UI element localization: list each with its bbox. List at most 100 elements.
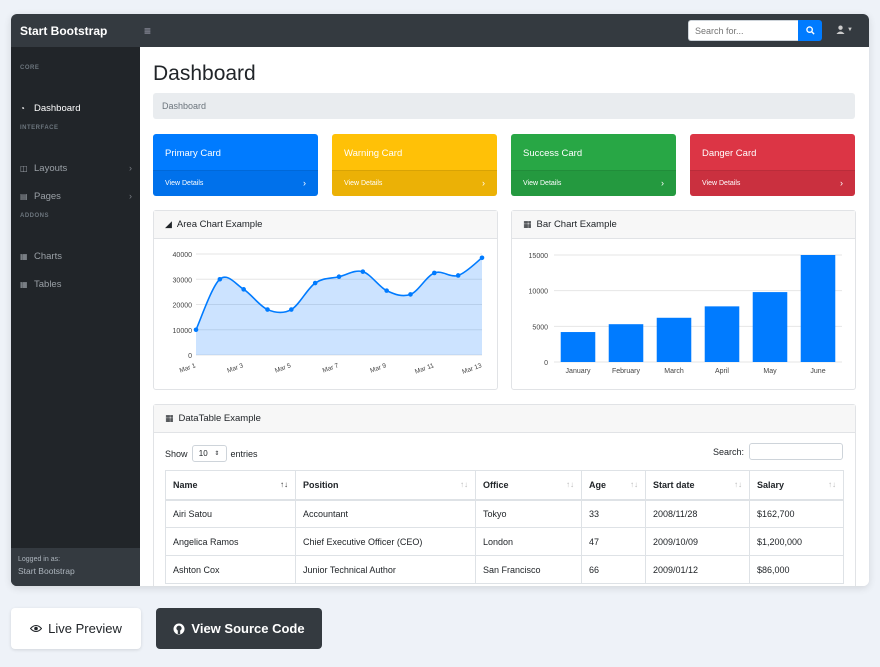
view-details-link[interactable]: View Details <box>702 180 740 187</box>
bar <box>800 255 836 362</box>
y-tick-label: 20000 <box>173 303 193 310</box>
warning-card: Warning Card View Details › <box>332 134 497 196</box>
entries-select[interactable]: 10 ⇕ <box>191 445 227 462</box>
data-point <box>360 269 366 274</box>
x-tick-label: June <box>810 368 825 375</box>
sidebar-item-dashboard[interactable]: ◔ Dashboard <box>20 101 132 115</box>
column-label: Salary <box>757 479 785 490</box>
sidebar-item-charts[interactable]: ▦ Charts <box>20 249 132 263</box>
column-label: Office <box>483 479 509 490</box>
y-tick-label: 10000 <box>529 289 549 296</box>
chart-area-icon: ▦ <box>20 251 28 261</box>
view-details-link[interactable]: View Details <box>165 180 203 187</box>
entries-label: entries <box>230 448 258 459</box>
x-tick-label: January <box>566 368 591 375</box>
main-content: Dashboard Dashboard Primary Card View De… <box>140 47 869 586</box>
x-tick-label: February <box>612 368 641 375</box>
table-search-input[interactable] <box>749 443 843 460</box>
tachometer-icon: ◔ <box>20 103 25 113</box>
table-cell: Accountant <box>295 499 476 528</box>
sort-icon: ↑↓ <box>566 480 574 489</box>
column-header-salary[interactable]: Salary ↑↓ <box>749 470 844 501</box>
entries-value: 10 <box>198 449 208 458</box>
card-footer[interactable]: View Details › <box>153 170 318 196</box>
y-tick-label: 0 <box>544 360 548 367</box>
chart-bar-icon: ▦ <box>523 219 532 229</box>
bar <box>608 324 644 362</box>
x-tick-label: March <box>664 368 684 375</box>
table-cell: 2009/10/09 <box>645 527 750 556</box>
table-row: Airi Satou Accountant Tokyo 33 2008/11/2… <box>165 499 844 528</box>
card-footer[interactable]: View Details › <box>332 170 497 196</box>
x-tick-label: May <box>763 368 777 375</box>
github-icon <box>173 623 185 634</box>
card-title: Warning Card <box>344 148 403 159</box>
data-point <box>336 274 342 280</box>
chart-area-icon: ◢ <box>165 219 172 229</box>
y-tick-label: 15000 <box>529 253 549 260</box>
data-point <box>217 276 223 282</box>
logged-in-label: Logged in as: <box>18 556 61 563</box>
columns-icon: ◫ <box>20 163 28 173</box>
select-arrows-icon: ⇕ <box>214 451 220 457</box>
top-navbar: Start Bootstrap ≡ ▼ <box>11 14 869 47</box>
panel-header: ▦ Bar Chart Example <box>512 211 855 239</box>
sidebar: Core ◔ Dashboard Interface ◫ Layouts › ▤… <box>11 47 140 586</box>
panel-title: Area Chart Example <box>176 219 263 230</box>
column-header-name[interactable]: Name ↑↓ <box>165 470 296 501</box>
table-cell: Chief Executive Officer (CEO) <box>295 527 476 556</box>
danger-card: Danger Card View Details › <box>690 134 855 196</box>
angle-right-icon: › <box>661 178 664 188</box>
column-header-age[interactable]: Age ↑↓ <box>581 470 646 501</box>
x-tick-label: Mar 5 <box>274 362 292 374</box>
table-cell: Tokyo <box>475 499 582 528</box>
user-menu[interactable]: ▼ <box>836 25 853 34</box>
search-input[interactable] <box>688 20 798 41</box>
x-tick-label: Mar 7 <box>322 362 340 374</box>
view-details-link[interactable]: View Details <box>523 180 561 187</box>
chevron-right-icon: › <box>129 191 132 201</box>
data-point <box>479 255 485 261</box>
sidebar-heading-addons: Addons <box>20 213 50 219</box>
column-header-office[interactable]: Office ↑↓ <box>475 470 582 501</box>
menu-toggle-icon[interactable]: ≡ <box>144 24 151 38</box>
sidebar-item-tables[interactable]: ▦ Tables <box>20 277 132 291</box>
card-footer[interactable]: View Details › <box>511 170 676 196</box>
book-icon: ▤ <box>20 191 28 201</box>
caret-down-icon: ▼ <box>847 26 853 33</box>
data-point <box>432 270 437 276</box>
x-tick-label: Mar 11 <box>414 362 435 375</box>
sort-icon: ↑↓ <box>460 480 468 489</box>
column-label: Age <box>589 479 607 490</box>
bar <box>704 306 740 362</box>
data-point <box>455 273 461 278</box>
view-source-button[interactable]: View Source Code <box>156 608 322 649</box>
table-cell: 66 <box>581 555 646 584</box>
table-cell: Ashton Cox <box>165 555 296 584</box>
data-point <box>408 292 413 297</box>
card-footer[interactable]: View Details › <box>690 170 855 196</box>
sidebar-item-label: Tables <box>34 278 62 290</box>
brand-link[interactable]: Start Bootstrap <box>11 24 139 38</box>
table-icon: ▦ <box>20 279 28 289</box>
sidebar-item-pages[interactable]: ▤ Pages › <box>20 189 132 203</box>
table-cell: 2008/11/28 <box>645 499 750 528</box>
column-header-position[interactable]: Position ↑↓ <box>295 470 476 501</box>
data-point <box>265 307 270 312</box>
table-cell: Junior Technical Author <box>295 555 476 584</box>
live-preview-button[interactable]: Live Preview <box>11 608 141 649</box>
x-tick-label: Mar 9 <box>369 362 387 374</box>
sidebar-item-label: Pages <box>34 190 61 202</box>
table-row: Ashton Cox Junior Technical Author San F… <box>165 555 844 584</box>
live-preview-label: Live Preview <box>48 621 122 636</box>
bar-chart: 0 5000 10000 15000 January February March April… <box>529 253 842 375</box>
view-details-link[interactable]: View Details <box>344 180 382 187</box>
panel-header: ◢ Area Chart Example <box>154 211 497 239</box>
card-title: Danger Card <box>702 148 757 159</box>
table-row: Angelica Ramos Chief Executive Officer (… <box>165 527 844 556</box>
search-button[interactable] <box>798 20 822 41</box>
sidebar-heading-interface: Interface <box>20 125 59 131</box>
sidebar-item-layouts[interactable]: ◫ Layouts › <box>20 161 132 175</box>
bar <box>752 292 788 362</box>
column-header-start-date[interactable]: Start date ↑↓ <box>645 470 750 501</box>
